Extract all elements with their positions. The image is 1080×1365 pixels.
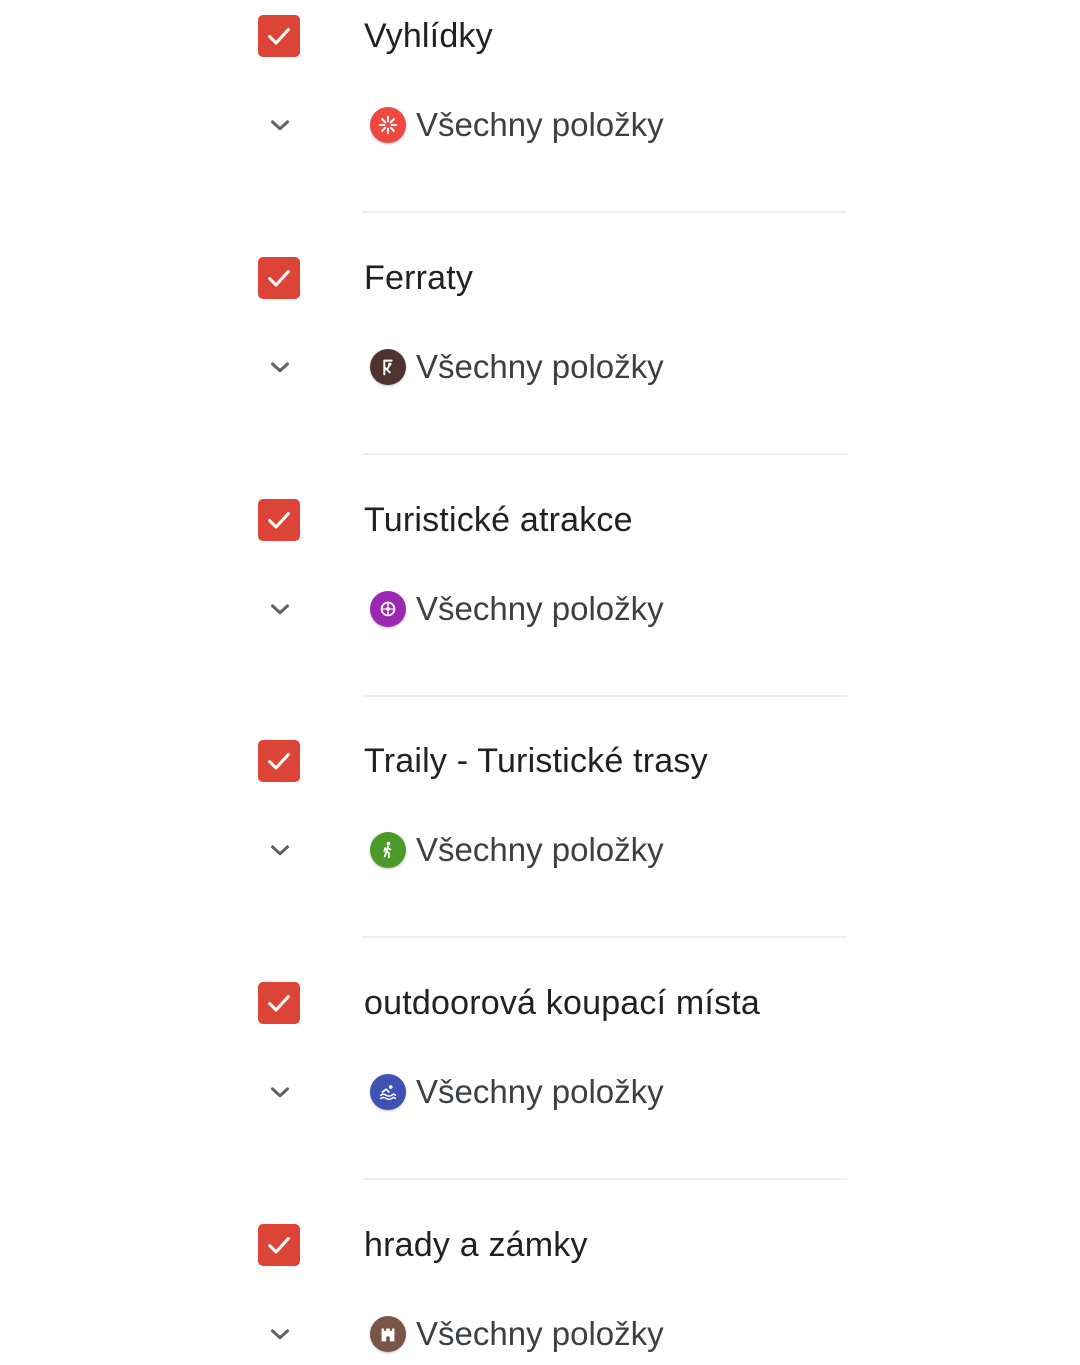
layer-visibility-checkbox[interactable] [258, 1224, 300, 1266]
layer-visibility-checkbox[interactable] [258, 257, 300, 299]
style-label[interactable]: Všechny položky [416, 826, 664, 874]
layer-title: Traily - Turistické trasy [364, 742, 708, 780]
climbing-icon [370, 349, 406, 385]
style-label[interactable]: Všechny položky [416, 1068, 664, 1116]
layer-item: outdoorová koupací místa Všechny položky [0, 881, 1080, 1180]
style-label[interactable]: Všechny položky [416, 343, 664, 391]
style-label[interactable]: Všechny položky [416, 101, 664, 149]
layer-item: Vyhlídky Všechny položky [0, 0, 1080, 213]
layer-visibility-checkbox[interactable] [258, 499, 300, 541]
layer-title: outdoorová koupací místa [364, 984, 761, 1022]
layer-title: Turistické atrakce [364, 501, 633, 539]
expand-chevron-icon[interactable] [262, 107, 298, 143]
checkmark-icon [268, 995, 290, 1012]
style-label[interactable]: Všechny položky [416, 585, 664, 633]
checkmark-icon [268, 753, 290, 770]
castle-icon [370, 1316, 406, 1352]
expand-chevron-icon[interactable] [262, 1316, 298, 1352]
checkmark-icon [268, 270, 290, 287]
attraction-icon [370, 591, 406, 627]
expand-chevron-icon[interactable] [262, 832, 298, 868]
viewpoint-icon [370, 107, 406, 143]
layer-title: Ferraty [364, 259, 474, 297]
expand-chevron-icon[interactable] [262, 1074, 298, 1110]
hiking-icon [370, 832, 406, 868]
layer-item: Traily - Turistické trasy Všechny položk… [0, 639, 1080, 938]
layer-visibility-checkbox[interactable] [258, 982, 300, 1024]
layer-list: Vyhlídky Všechny položky Ferraty Všechny… [0, 0, 1080, 1352]
checkmark-icon [268, 28, 290, 45]
layer-visibility-checkbox[interactable] [258, 15, 300, 57]
layer-visibility-checkbox[interactable] [258, 740, 300, 782]
expand-chevron-icon[interactable] [262, 349, 298, 385]
layer-item: hrady a zámky Všechny položky [0, 1123, 1080, 1365]
expand-chevron-icon[interactable] [262, 591, 298, 627]
layer-item: Ferraty Všechny položky [0, 156, 1080, 455]
layer-title: Vyhlídky [364, 17, 493, 55]
style-label[interactable]: Všechny položky [416, 1310, 664, 1358]
layer-item: Turistické atrakce Všechny položky [0, 398, 1080, 697]
checkmark-icon [268, 512, 290, 529]
checkmark-icon [268, 1237, 290, 1254]
swimming-icon [370, 1074, 406, 1110]
layer-title: hrady a zámky [364, 1226, 588, 1264]
